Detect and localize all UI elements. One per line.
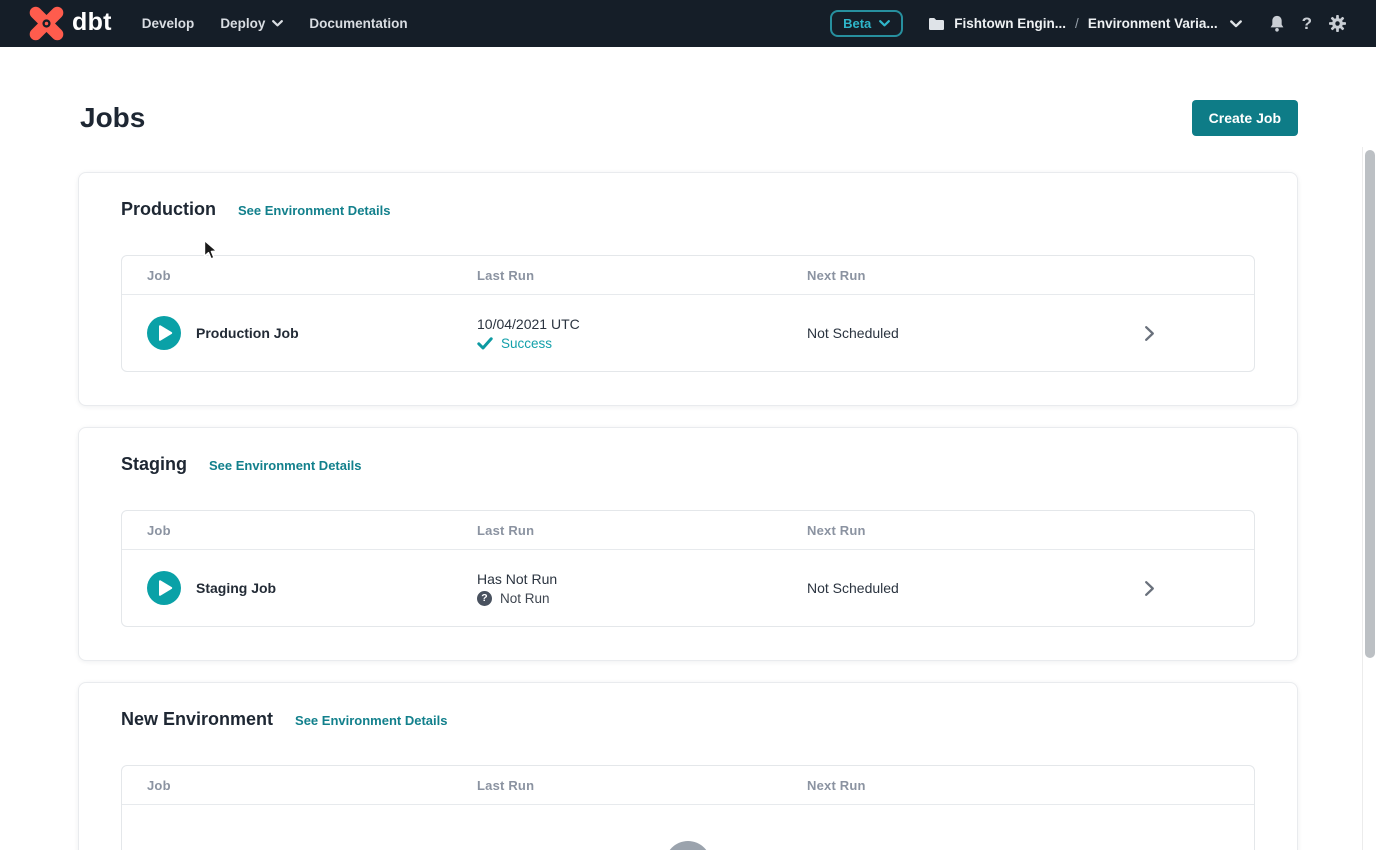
job-row[interactable]: Production Job 10/04/2021 UTC Success No… [122,295,1254,371]
nav-item-label: Develop [142,16,195,31]
see-environment-details-link[interactable]: See Environment Details [209,458,361,473]
chevron-down-icon [272,20,283,27]
status-label: Not Run [500,591,550,606]
column-header-job: Job [147,778,477,793]
jobs-table: Job Last Run Next Run Production Job 10/… [121,255,1255,372]
environment-card-header: Production See Environment Details [121,197,1255,221]
run-job-button[interactable] [147,571,181,605]
jobs-table-header: Job Last Run Next Run [122,256,1254,295]
project-breadcrumb[interactable]: Fishtown Engin... / Environment Varia... [928,16,1241,31]
jobs-table: Job Last Run Next Run ? [121,765,1255,850]
column-header-last-run: Last Run [477,523,807,538]
column-header-next-run: Next Run [807,778,1129,793]
dbt-logo-icon [28,5,65,42]
last-run-date: Has Not Run [477,571,807,587]
breadcrumb-separator: / [1075,16,1079,31]
chevron-down-icon [1230,20,1242,28]
breadcrumb-section: Environment Varia... [1088,16,1218,31]
vertical-scrollbar[interactable] [1362,147,1376,850]
empty-jobs-area: ? [122,805,1254,850]
jobs-table: Job Last Run Next Run Staging Job Has No… [121,510,1255,627]
empty-state-question-icon: ? [665,841,711,850]
brand-text: dbt [72,10,112,38]
help-icon[interactable]: ? [1302,15,1312,32]
last-run-date: 10/04/2021 UTC [477,316,807,332]
question-circle-icon: ? [477,591,492,606]
navbar-icon-group: ? [1269,15,1346,32]
beta-label: Beta [843,16,871,31]
nav-item-label: Documentation [309,16,407,31]
column-header-last-run: Last Run [477,268,807,283]
environment-card-new-environment: New Environment See Environment Details … [78,682,1298,850]
navbar-right: Beta Fishtown Engin... / Environment Var… [830,10,1346,37]
column-header-job: Job [147,268,477,283]
folder-icon [928,17,945,31]
last-run-cell: Has Not Run ? Not Run [477,571,807,606]
create-job-button[interactable]: Create Job [1192,100,1298,136]
environment-card-header: Staging See Environment Details [121,452,1255,476]
nav-item-deploy[interactable]: Deploy [220,16,283,31]
main-content: Jobs Create Job Production See Environme… [0,100,1376,850]
chevron-down-icon [879,20,890,27]
nav-item-documentation[interactable]: Documentation [309,16,407,31]
job-name: Production Job [196,325,299,341]
status-label: Success [501,336,552,351]
column-header-last-run: Last Run [477,778,807,793]
nav-item-develop[interactable]: Develop [142,16,195,31]
environment-name: Production [121,197,216,221]
column-header-next-run: Next Run [807,523,1129,538]
environment-card-header: New Environment See Environment Details [121,707,1255,731]
column-header-next-run: Next Run [807,268,1129,283]
dbt-logo[interactable]: dbt [28,5,112,42]
scrollbar-thumb[interactable] [1365,150,1375,658]
run-job-button[interactable] [147,316,181,350]
breadcrumb-project: Fishtown Engin... [954,16,1066,31]
last-run-cell: 10/04/2021 UTC Success [477,316,807,351]
nav-item-label: Deploy [220,16,265,31]
job-name: Staging Job [196,580,276,596]
see-environment-details-link[interactable]: See Environment Details [295,713,447,728]
environment-name: New Environment [121,707,273,731]
gear-icon[interactable] [1329,15,1346,32]
jobs-table-header: Job Last Run Next Run [122,511,1254,550]
job-row[interactable]: Staging Job Has Not Run ? Not Run Not Sc… [122,550,1254,626]
success-check-icon [477,337,493,350]
main-nav: Develop Deploy Documentation [142,16,408,31]
environment-name: Staging [121,452,187,476]
top-navbar: dbt Develop Deploy Documentation Beta Fi… [0,0,1376,47]
beta-dropdown[interactable]: Beta [830,10,903,37]
see-environment-details-link[interactable]: See Environment Details [238,203,390,218]
next-run-cell: Not Scheduled [807,325,1129,341]
last-run-status: Success [477,336,807,351]
bell-icon[interactable] [1269,15,1285,32]
page-header: Jobs Create Job [80,100,1298,136]
environment-card-production: Production See Environment Details Job L… [78,172,1298,406]
row-chevron[interactable] [1129,325,1169,342]
row-chevron[interactable] [1129,580,1169,597]
next-run-cell: Not Scheduled [807,580,1129,596]
column-header-job: Job [147,523,477,538]
page-title: Jobs [80,101,145,135]
jobs-table-header: Job Last Run Next Run [122,766,1254,805]
environment-card-staging: Staging See Environment Details Job Last… [78,427,1298,661]
last-run-status: ? Not Run [477,591,807,606]
